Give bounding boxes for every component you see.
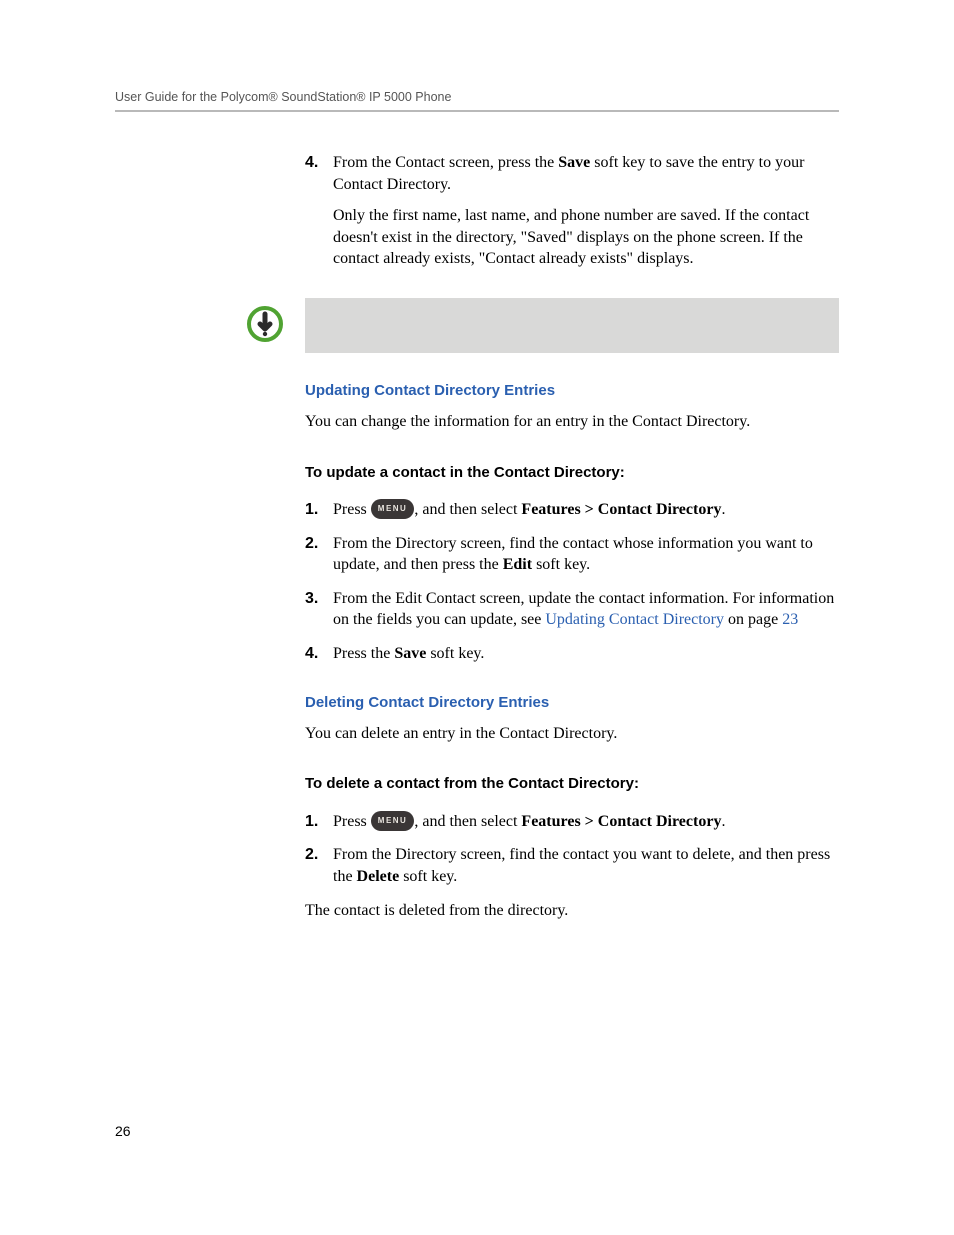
delete-step-2: 2. From the Directory screen, find the c…: [305, 844, 839, 887]
text: , and then select: [414, 501, 521, 518]
text: soft key.: [399, 868, 457, 885]
step-number: 1.: [305, 499, 333, 521]
menu-path: Features > Contact Directory: [521, 501, 721, 518]
step-4: 4. From the Contact screen, press the Sa…: [305, 152, 839, 280]
text: on page: [724, 611, 782, 628]
step-number: 3.: [305, 588, 333, 631]
text: soft key.: [532, 556, 590, 573]
main-content: 4. From the Contact screen, press the Sa…: [305, 152, 839, 921]
update-step-1: 1. Press MENU, and then select Features …: [305, 499, 839, 521]
delete-label: Delete: [357, 868, 400, 885]
note-body: [305, 298, 839, 353]
step-number: 2.: [305, 844, 333, 887]
note-icon: [245, 304, 285, 344]
xref-link[interactable]: Updating Contact Directory: [545, 611, 724, 628]
text: , and then select: [414, 813, 521, 830]
heading-deleting: Deleting Contact Directory Entries: [305, 693, 839, 713]
outro-deleting: The contact is deleted from the director…: [305, 900, 839, 922]
proc-heading-delete: To delete a contact from the Contact Dir…: [305, 774, 839, 794]
intro-deleting: You can delete an entry in the Contact D…: [305, 723, 839, 745]
text: Press the: [333, 645, 394, 662]
save-label: Save: [558, 154, 590, 171]
menu-path: Features > Contact Directory: [521, 813, 721, 830]
update-step-4: 4. Press the Save soft key.: [305, 643, 839, 665]
step-body: From the Edit Contact screen, update the…: [333, 588, 839, 631]
step-body: From the Directory screen, find the cont…: [333, 844, 839, 887]
update-step-2: 2. From the Directory screen, find the c…: [305, 533, 839, 576]
step-body: From the Directory screen, find the cont…: [333, 533, 839, 576]
menu-button-icon: MENU: [371, 499, 415, 519]
update-step-3: 3. From the Edit Contact screen, update …: [305, 588, 839, 631]
step-number: 4.: [305, 152, 333, 280]
header-rule: [115, 110, 839, 112]
text: From the Contact screen, press the: [333, 154, 558, 171]
step-body: From the Contact screen, press the Save …: [333, 152, 839, 280]
step-body: Press MENU, and then select Features > C…: [333, 499, 839, 521]
note-callout: [245, 298, 839, 353]
text: Press: [333, 813, 371, 830]
proc-heading-update: To update a contact in the Contact Direc…: [305, 463, 839, 483]
text: .: [721, 813, 725, 830]
running-header: User Guide for the Polycom® SoundStation…: [115, 90, 839, 104]
text: Press: [333, 501, 371, 518]
edit-label: Edit: [503, 556, 532, 573]
heading-updating: Updating Contact Directory Entries: [305, 381, 839, 401]
save-label: Save: [394, 645, 426, 662]
text: .: [721, 501, 725, 518]
step-body: Press MENU, and then select Features > C…: [333, 811, 839, 833]
page-number: 26: [115, 1123, 131, 1139]
text: Only the first name, last name, and phon…: [333, 205, 839, 270]
step-number: 2.: [305, 533, 333, 576]
page-link[interactable]: 23: [782, 611, 798, 628]
delete-step-1: 1. Press MENU, and then select Features …: [305, 811, 839, 833]
text: soft key.: [426, 645, 484, 662]
intro-updating: You can change the information for an en…: [305, 411, 839, 433]
step-number: 1.: [305, 811, 333, 833]
step-body: Press the Save soft key.: [333, 643, 839, 665]
step-number: 4.: [305, 643, 333, 665]
menu-button-icon: MENU: [371, 811, 415, 831]
